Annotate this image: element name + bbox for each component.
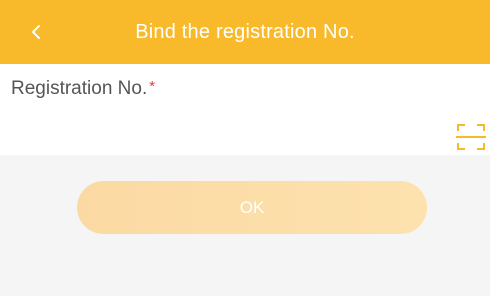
header-bar: Bind the registration No.	[0, 0, 490, 64]
registration-field-label: Registration No. *	[11, 78, 155, 100]
page-title: Bind the registration No.	[135, 21, 355, 43]
scan-icon	[456, 124, 486, 150]
registration-number-input[interactable]	[11, 112, 431, 148]
registration-form: Registration No. *	[0, 64, 490, 155]
registration-label-text: Registration No.	[11, 78, 148, 99]
scan-button[interactable]	[456, 123, 486, 151]
required-marker: *	[149, 78, 156, 95]
ok-button[interactable]: OK	[77, 181, 427, 234]
